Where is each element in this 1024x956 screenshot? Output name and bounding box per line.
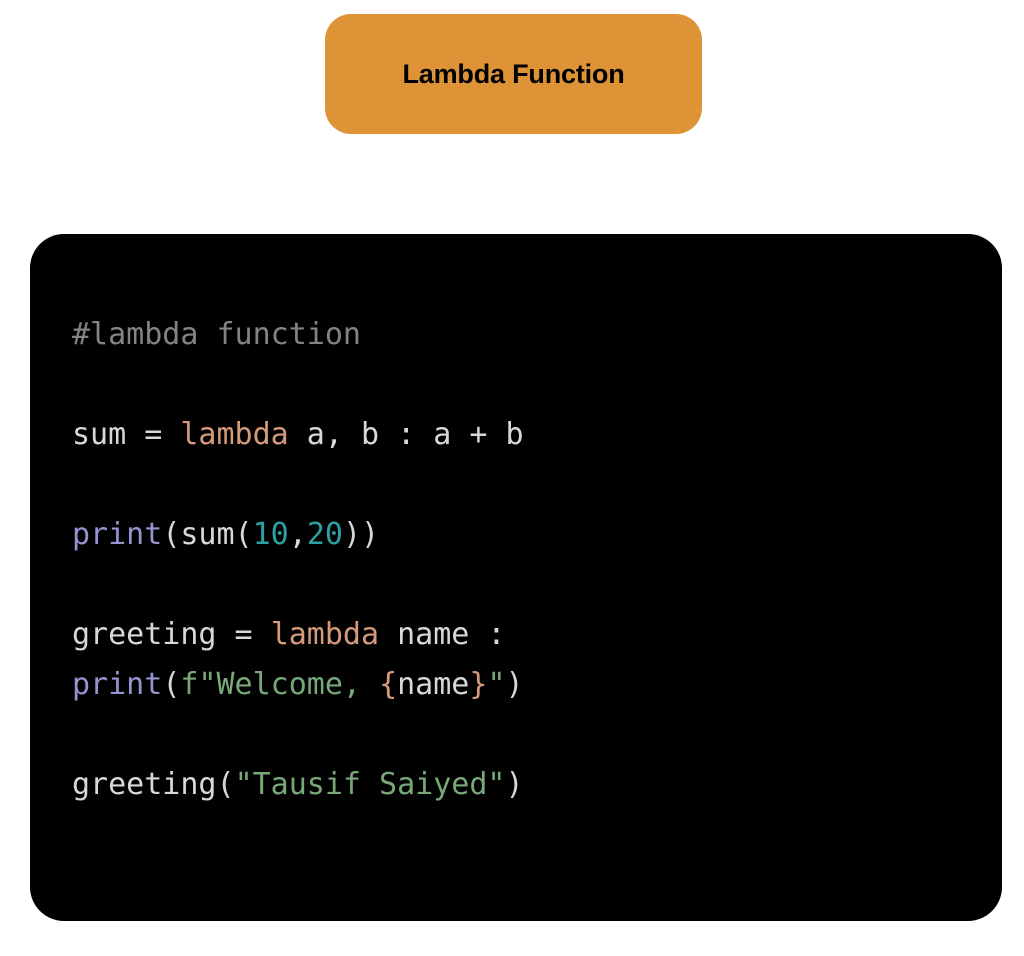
code-token-keyword: lambda [270, 617, 380, 652]
code-token-number: 20 [306, 517, 343, 552]
code-token-plain: greeting = [72, 617, 271, 652]
code-token-plain: greeting( [72, 767, 235, 802]
title-pill: Lambda Function [325, 14, 702, 134]
code-token-plain: ) [505, 767, 524, 802]
code-line: greeting = lambda name : [72, 610, 958, 660]
code-token-plain: , [288, 517, 307, 552]
code-token-plain: sum = [72, 417, 181, 452]
code-token-plain: (sum( [162, 517, 253, 552]
code-token-interpolation-brace: } [469, 667, 488, 702]
code-line: greeting("Tausif Saiyed") [72, 760, 958, 810]
code-token-plain: name : [379, 617, 506, 652]
code-line: print(sum(10,20)) [72, 510, 958, 560]
code-token-string: "Tausif Saiyed" [234, 767, 506, 802]
code-line: print(f"Welcome, {name}") [72, 660, 958, 710]
code-token-comment: #lambda function [72, 317, 361, 352]
page-title: Lambda Function [402, 58, 625, 89]
code-token-number: 10 [252, 517, 289, 552]
code-token-plain: a, b : a + b [288, 417, 524, 452]
code-token-builtin-function: print [72, 667, 163, 702]
code-token-builtin-function: print [72, 517, 163, 552]
code-token-plain: ( [162, 667, 181, 702]
code-card: #lambda function sum = lambda a, b : a +… [30, 234, 1002, 921]
code-block: #lambda function sum = lambda a, b : a +… [72, 310, 958, 810]
code-token-plain: )) [342, 517, 380, 552]
code-token-string: " [487, 667, 506, 702]
code-line: #lambda function [72, 310, 958, 360]
code-token-interpolation-brace: { [379, 667, 398, 702]
code-token-string: f"Welcome, [180, 667, 380, 702]
code-token-plain: ) [505, 667, 524, 702]
code-token-keyword: lambda [180, 417, 289, 452]
code-token-plain: name [397, 667, 470, 702]
code-line: sum = lambda a, b : a + b [72, 410, 958, 460]
